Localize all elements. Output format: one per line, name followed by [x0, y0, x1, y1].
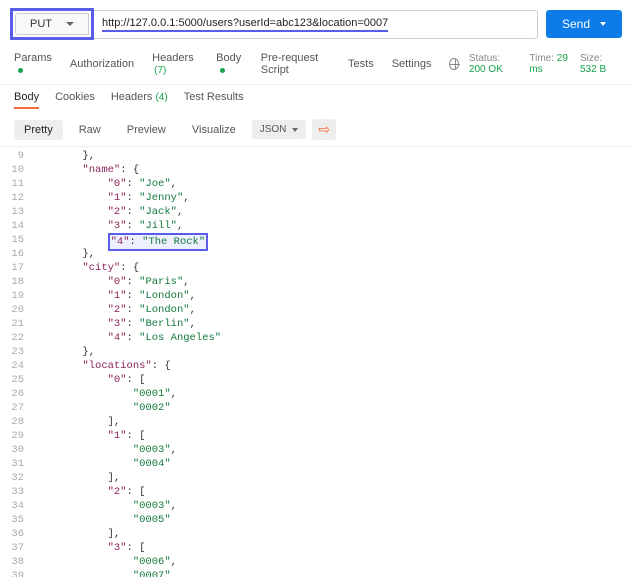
resp-tab-body[interactable]: Body [14, 91, 39, 109]
send-button-label: Send [562, 17, 590, 31]
send-button[interactable]: Send [546, 10, 622, 38]
code-line: "2": [ [32, 485, 221, 499]
code-line: ], [32, 415, 221, 429]
code-line: "city": { [32, 261, 221, 275]
resp-tab-headers[interactable]: Headers (4) [111, 91, 168, 109]
code-line: "3": [ [32, 541, 221, 555]
tab-tests[interactable]: Tests [348, 58, 374, 70]
code-line: "0007" [32, 569, 221, 577]
code-line: "0006", [32, 555, 221, 569]
body-toolbar: Pretty Raw Preview Visualize JSON ⇨ [0, 115, 632, 147]
code-line: "0002" [32, 401, 221, 415]
size-value: 532 B [580, 64, 606, 75]
code-line: "1": "Jenny", [32, 191, 221, 205]
code-line: "2": "Jack", [32, 205, 221, 219]
code-line: "4": "The Rock" [32, 233, 221, 247]
code-line: "0001", [32, 387, 221, 401]
view-visualize[interactable]: Visualize [182, 120, 246, 140]
code-line: "1": [ [32, 429, 221, 443]
code-line: "0003", [32, 443, 221, 457]
tab-headers-label: Headers [152, 52, 194, 64]
resp-tab-cookies[interactable]: Cookies [55, 91, 95, 109]
format-select[interactable]: JSON [252, 120, 307, 139]
response-body[interactable]: 9101112131415161718192021222324252627282… [0, 147, 632, 577]
code-line: "0": "Joe", [32, 177, 221, 191]
tab-headers[interactable]: Headers (7) [152, 52, 198, 76]
code-line: "2": "London", [32, 303, 221, 317]
code-line: "0003", [32, 499, 221, 513]
wrap-lines-icon[interactable]: ⇨ [312, 119, 336, 140]
tab-authorization[interactable]: Authorization [70, 58, 134, 70]
code-line: "locations": { [32, 359, 221, 373]
http-method-select[interactable]: PUT [15, 13, 89, 35]
code-line: ], [32, 471, 221, 485]
tab-prerequest[interactable]: Pre-request Script [261, 52, 330, 76]
url-text: http://127.0.0.1:5000/users?userId=abc12… [102, 17, 388, 32]
code-line: "name": { [32, 163, 221, 177]
code-line: "0004" [32, 457, 221, 471]
chevron-down-icon [66, 22, 74, 26]
code-line: }, [32, 247, 221, 261]
request-url-bar: PUT http://127.0.0.1:5000/users?userId=a… [0, 0, 632, 48]
request-tabs: Params Authorization Headers (7) Body Pr… [0, 48, 632, 85]
tab-headers-count: (7) [154, 65, 166, 76]
method-highlight-box: PUT [10, 8, 94, 40]
format-label: JSON [260, 124, 287, 135]
view-raw[interactable]: Raw [69, 120, 111, 140]
http-method-label: PUT [30, 18, 52, 30]
view-preview[interactable]: Preview [117, 120, 176, 140]
code-line: ], [32, 527, 221, 541]
code-line: "3": "Jill", [32, 219, 221, 233]
code-line: "4": "Los Angeles" [32, 331, 221, 345]
view-pretty[interactable]: Pretty [14, 120, 63, 140]
chevron-down-icon [292, 128, 298, 132]
response-status-row: Status: 200 OK Time: 29 ms Size: 532 B [449, 53, 618, 75]
globe-icon[interactable] [449, 58, 458, 70]
tab-params[interactable]: Params [14, 52, 52, 76]
size-label: Size: [580, 53, 602, 64]
chevron-down-icon [600, 22, 606, 26]
time-label: Time: [529, 53, 554, 64]
status-value: 200 OK [469, 64, 503, 75]
resp-tab-testresults[interactable]: Test Results [184, 91, 244, 109]
code-line: "3": "Berlin", [32, 317, 221, 331]
status-label: Status: [469, 53, 500, 64]
line-gutter: 9101112131415161718192021222324252627282… [6, 147, 32, 577]
code-line: "0": [ [32, 373, 221, 387]
code-line: "1": "London", [32, 289, 221, 303]
code-line: }, [32, 149, 221, 163]
response-tabs: Body Cookies Headers (4) Test Results [0, 85, 632, 115]
code-content: }, "name": { "0": "Joe", "1": "Jenny", "… [32, 147, 221, 577]
code-line: "0005" [32, 513, 221, 527]
tab-body[interactable]: Body [216, 52, 243, 76]
resp-tab-headers-label: Headers [111, 91, 153, 103]
url-input[interactable]: http://127.0.0.1:5000/users?userId=abc12… [94, 10, 538, 39]
code-line: "0": "Paris", [32, 275, 221, 289]
code-line: }, [32, 345, 221, 359]
resp-tab-headers-count: (4) [155, 92, 167, 103]
tab-settings[interactable]: Settings [392, 58, 432, 70]
